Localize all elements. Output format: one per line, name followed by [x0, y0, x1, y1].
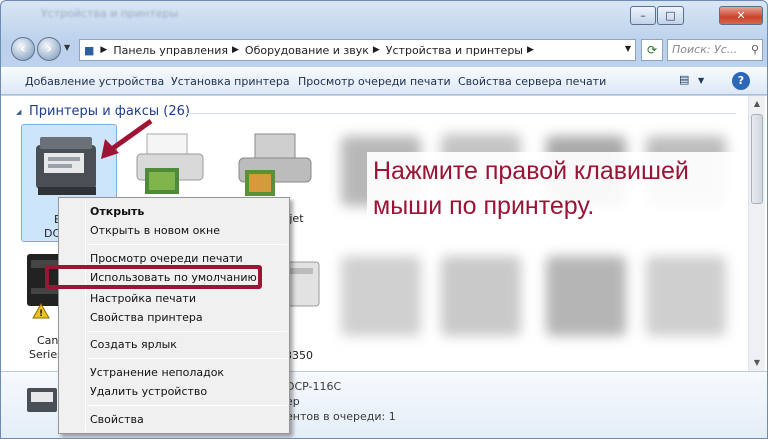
print-server-properties-button[interactable]: Свойства сервера печати: [458, 75, 606, 88]
refresh-icon[interactable]: ⟳: [641, 39, 663, 61]
title-bar: Устройства и принтеры – □ ✕: [1, 1, 767, 31]
breadcrumb-control-panel[interactable]: Панель управления: [113, 44, 228, 57]
menu-item-properties[interactable]: Свойства: [90, 410, 144, 430]
details-queue: ентов в очереди: 1: [286, 410, 396, 423]
menu-item-printer-properties[interactable]: Свойства принтера: [90, 308, 203, 328]
menu-item-open-new-window[interactable]: Открыть в новом окне: [90, 221, 220, 241]
minimize-button[interactable]: –: [630, 6, 656, 25]
scroll-down-icon[interactable]: ▼: [749, 355, 765, 371]
control-panel-icon: ■: [84, 43, 95, 57]
explorer-window: Устройства и принтеры – □ ✕ ‹ › ▼ ■ ▶ Па…: [0, 0, 768, 439]
menu-item-remove-device[interactable]: Удалить устройство: [90, 382, 207, 402]
window-title: Устройства и принтеры: [41, 7, 179, 20]
search-icon: ⚲: [750, 43, 759, 56]
collapse-group-icon[interactable]: ◢: [16, 108, 21, 116]
svg-text:!: !: [39, 309, 43, 319]
address-dropdown-icon[interactable]: ▼: [625, 44, 631, 53]
navigation-bar: ‹ › ▼ ■ ▶ Панель управления ▶ Оборудован…: [1, 35, 767, 63]
forward-icon[interactable]: ›: [37, 37, 61, 61]
selected-printer-thumbnail-icon: [27, 388, 57, 412]
recent-pages-icon[interactable]: ▼: [64, 43, 70, 52]
command-bar: Добавление устройства Установка принтера…: [1, 67, 767, 95]
multifunction-printer-icon: [36, 137, 96, 195]
address-bar[interactable]: ■ ▶ Панель управления ▶ Оборудование и з…: [79, 39, 636, 61]
details-model: DCP-116C: [286, 380, 342, 393]
menu-item-troubleshoot[interactable]: Устранение неполадок: [90, 363, 224, 383]
print-queue-button[interactable]: Просмотр очереди печати: [298, 75, 451, 88]
add-device-button[interactable]: Добавление устройства: [25, 75, 164, 88]
maximize-button[interactable]: □: [657, 6, 684, 25]
default-option-highlight: [45, 265, 262, 289]
vertical-scrollbar[interactable]: ▲ ▼: [748, 96, 765, 371]
scrollbar-thumb[interactable]: [751, 114, 763, 204]
menu-item-open[interactable]: Открыть: [90, 202, 144, 222]
breadcrumb-devices-printers[interactable]: Устройства и принтеры: [386, 44, 523, 57]
group-header-printers[interactable]: Принтеры и факсы (26): [29, 104, 190, 119]
scroll-up-icon[interactable]: ▲: [749, 96, 765, 112]
close-button[interactable]: ✕: [719, 6, 763, 25]
help-button[interactable]: ?: [732, 72, 750, 90]
view-options-icon[interactable]: ▤: [679, 73, 689, 86]
menu-item-create-shortcut[interactable]: Создать ярлык: [90, 335, 177, 355]
search-input[interactable]: Поиск: Ус... ⚲: [667, 39, 763, 61]
add-printer-button[interactable]: Установка принтера: [171, 75, 290, 88]
group-divider: [186, 113, 736, 114]
context-menu: Открыть Открыть в новом окне Просмотр оч…: [58, 197, 290, 434]
view-dropdown-icon[interactable]: ▼: [698, 76, 704, 85]
menu-item-printing-preferences[interactable]: Настройка печати: [90, 289, 196, 309]
instruction-annotation: Нажмите правой клавишей мыши по принтеру…: [367, 152, 747, 226]
back-icon[interactable]: ‹: [11, 37, 35, 61]
photo-printer-icon: [136, 133, 204, 194]
inkjet-printer-icon: [238, 133, 312, 196]
breadcrumb-hardware-sound[interactable]: Оборудование и звук: [245, 44, 369, 57]
